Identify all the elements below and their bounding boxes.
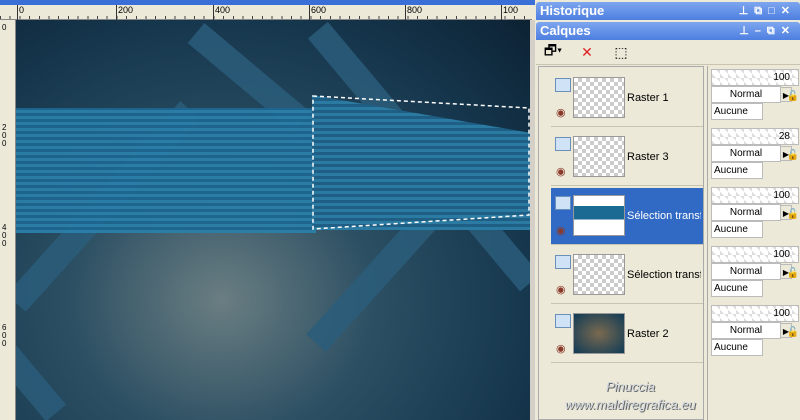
opacity-slider[interactable]: 100 [711,187,799,204]
blend-mode-value: Normal [729,89,763,100]
layer-props: 100 Normal ▶ Aucune 🔓 [711,69,799,126]
layer-props: 100 Normal ▶ Aucune 🔓 [711,246,799,303]
ruler-label: 400 [2,223,7,248]
mask-select[interactable]: Aucune [711,221,763,238]
delete-layer-icon[interactable]: ✕ [576,42,598,62]
horizontal-ruler: 0 200 400 600 800 100 [0,5,532,20]
layer-properties: 100 Normal ▶ Aucune 🔓 28 Normal ▶ Aucune 🔓 100 No… [707,66,800,420]
lock-icon[interactable]: 🔓 [787,91,799,102]
panel-title: Historique [540,3,605,18]
ruler-label: 600 [309,5,326,20]
blend-mode-value: Normal [729,266,763,277]
blend-mode-value: Normal [729,207,763,218]
layer-props: 28 Normal ▶ Aucune 🔓 [711,128,799,185]
blend-mode-value: Normal [729,148,763,159]
layers-list: ◉ Raster 1 ◉ Raster 3 ◉ Sélection transform… [538,66,704,420]
layer-thumbnail [573,313,625,354]
blend-mode-select[interactable]: Normal ▶ [711,86,792,103]
blend-mode-value: Normal [729,325,763,336]
ruler-label: 0 [17,5,24,20]
ruler-label: 400 [213,5,230,20]
eye-icon[interactable]: ◉ [556,106,566,119]
layer-type-icon [555,196,571,210]
layer-props: 100 Normal ▶ Aucune 🔓 [711,187,799,244]
lock-icon[interactable]: 🔓 [787,268,799,279]
layer-thumbnail [573,254,625,295]
layer-thumbnail [573,77,625,118]
history-panel-titlebar[interactable]: Historique ⊥⧉□✕ [536,2,800,20]
blend-mode-select[interactable]: Normal ▶ [711,204,792,221]
panel-controls[interactable]: ⊥⧉□✕ [739,2,796,20]
panels-dock: Historique ⊥⧉□✕ Calques ⊥–⧉✕ 🗗▾ ✕ ⬚ ◉ Raste… [536,0,800,420]
layer-row[interactable]: ◉ Raster 1 [551,70,703,127]
layer-thumbnail [573,136,625,177]
ruler-label: 600 [2,323,7,348]
lock-icon[interactable]: 🔓 [787,209,799,220]
eye-icon[interactable]: ◉ [556,342,566,355]
selection-marquee[interactable] [312,95,530,230]
layer-type-icon [555,137,571,151]
blue-band-left [16,108,316,233]
layer-name: Raster 1 [627,92,669,104]
blend-mode-select[interactable]: Normal ▶ [711,322,792,339]
blend-mode-select[interactable]: Normal ▶ [711,145,792,162]
mask-select[interactable]: Aucune [711,339,763,356]
layer-props: 100 Normal ▶ Aucune 🔓 [711,305,799,362]
layer-row[interactable]: ◉ Sélection transformée [551,247,703,304]
opacity-slider[interactable]: 100 [711,69,799,86]
layers-toolbar: 🗗▾ ✕ ⬚ [536,40,800,65]
new-layer-icon[interactable]: 🗗▾ [542,42,564,62]
ruler-label: 200 [2,123,7,148]
ruler-label: 200 [116,5,133,20]
layer-row[interactable]: ◉ Raster 3 [551,129,703,186]
layer-row-selected[interactable]: ◉ Sélection transformée [551,188,703,245]
layer-type-icon [555,255,571,269]
canvas-scrollbar[interactable] [530,20,535,420]
image-canvas[interactable] [16,20,530,420]
panel-controls[interactable]: ⊥–⧉✕ [739,22,796,40]
vertical-ruler: 0 200 400 600 [0,20,16,420]
layer-row[interactable]: ◉ Raster 2 [551,306,703,363]
mask-select[interactable]: Aucune [711,280,763,297]
ruler-label: 100 [501,5,518,20]
watermark-line: www.maldiregrafica.eu [565,397,696,412]
blend-mode-select[interactable]: Normal ▶ [711,263,792,280]
layer-type-icon [555,78,571,92]
ruler-label: 800 [405,5,422,20]
layer-name: Sélection transformée [627,269,701,281]
watermark: Pinuccia www.maldiregrafica.eu [565,378,696,414]
ruler-label: 0 [2,23,7,32]
layer-name: Sélection transformée [627,210,701,222]
panel-title: Calques [540,23,591,38]
layers-panel-titlebar[interactable]: Calques ⊥–⧉✕ [536,22,800,40]
layer-name: Raster 3 [627,151,669,163]
lock-icon[interactable]: 🔓 [787,327,799,338]
opacity-slider[interactable]: 28 [711,128,799,145]
layer-type-icon [555,314,571,328]
opacity-slider[interactable]: 100 [711,305,799,322]
lock-icon[interactable]: 🔓 [787,150,799,161]
watermark-line: Pinuccia [605,379,655,394]
eye-icon[interactable]: ◉ [556,283,566,296]
eye-icon[interactable]: ◉ [556,165,566,178]
mask-select[interactable]: Aucune [711,162,763,179]
edit-selection-icon[interactable]: ⬚ [610,42,632,62]
mask-select[interactable]: Aucune [711,103,763,120]
eye-icon[interactable]: ◉ [556,224,566,237]
layer-thumbnail [573,195,625,236]
layer-name: Raster 2 [627,328,669,340]
opacity-slider[interactable]: 100 [711,246,799,263]
